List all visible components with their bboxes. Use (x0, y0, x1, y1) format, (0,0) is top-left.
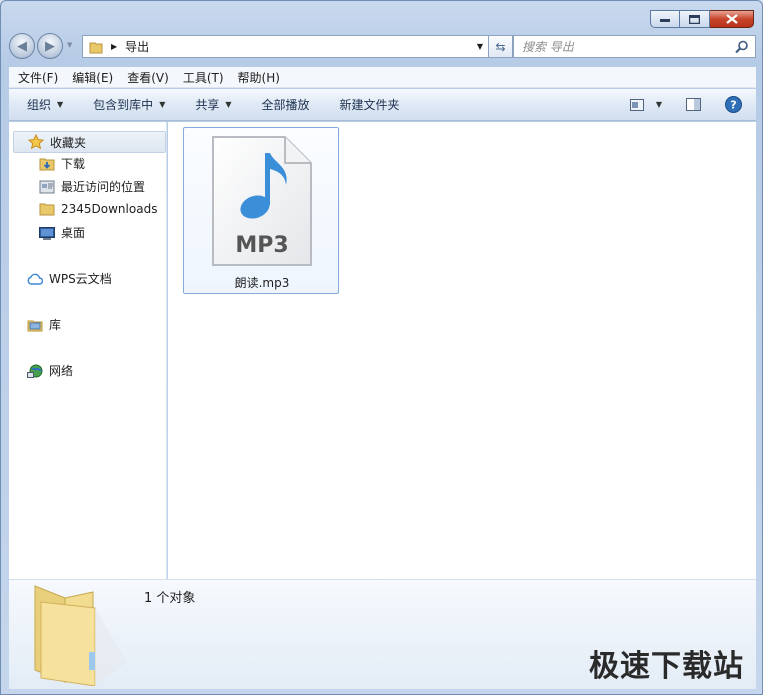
menu-tools[interactable]: 工具(T) (178, 69, 229, 86)
view-icon (629, 98, 644, 111)
large-folder-icon (34, 585, 127, 686)
preview-pane-icon (686, 98, 701, 111)
caption-buttons (650, 10, 754, 28)
library-icon (27, 320, 43, 331)
nav-favorites[interactable]: 收藏夹 (13, 131, 166, 153)
play-all-label: 全部播放 (261, 98, 310, 112)
desktop-icon (39, 226, 55, 240)
watermark: 极速下载站 (589, 649, 744, 684)
nav-wps-cloud[interactable]: WPS云文档 (27, 270, 112, 287)
nav-wps-label: WPS云文档 (49, 272, 112, 286)
nav-item-2345downloads[interactable]: 2345Downloads (39, 201, 157, 217)
navigation-pane: 收藏夹 下载 最近访问的位置 2345Downloads 桌面 WPS云文档 库 (9, 122, 167, 579)
include-in-library-label: 包含到库中 (93, 98, 154, 112)
dropdown-icon: ▼ (159, 100, 166, 109)
menu-file[interactable]: 文件(F) (13, 69, 63, 86)
share-label: 共享 (195, 98, 220, 112)
close-button[interactable] (710, 10, 754, 28)
dropdown-icon: ▼ (655, 100, 662, 109)
nav-network[interactable]: 网络 (27, 362, 73, 379)
nav-item-label: 最近访问的位置 (61, 180, 146, 194)
folder-icon (89, 42, 103, 53)
new-folder-label: 新建文件夹 (339, 98, 400, 112)
recent-pages-dropdown-icon[interactable]: ▼ (67, 41, 72, 49)
close-icon (725, 14, 738, 24)
search-icon[interactable] (735, 40, 749, 54)
forward-arrow-icon: ▶ (45, 38, 55, 54)
nav-item-downloads[interactable]: 下载 (39, 155, 85, 172)
back-arrow-icon: ◀ (17, 38, 27, 54)
command-bar: 组织 ▼ 包含到库中 ▼ 共享 ▼ 全部播放 新建文件夹 ▼ ? (9, 89, 756, 121)
menu-bar: 文件(F) 编辑(E) 查看(V) 工具(T) 帮助(H) (9, 67, 756, 88)
explorer-window: ◀ ▶ ▼ ▶ 导出 ▼ ⇆ 搜索 导出 文件(F) 编辑(E) 查看(V) 工… (0, 0, 763, 695)
mp3-file-icon: MP3 (212, 136, 312, 266)
dropdown-icon: ▼ (225, 100, 232, 109)
change-view-button[interactable]: ▼ (629, 98, 662, 111)
refresh-icon: ⇆ (495, 39, 506, 54)
network-icon (27, 364, 43, 378)
minimize-button[interactable] (650, 10, 680, 28)
maximize-icon (689, 14, 700, 24)
file-item[interactable]: MP3 朗读.mp3 (183, 127, 339, 294)
nav-item-label: 2345Downloads (61, 202, 158, 216)
share-button[interactable]: 共享 ▼ (195, 96, 231, 113)
help-button[interactable]: ? (725, 96, 742, 113)
nav-libraries-label: 库 (49, 318, 62, 332)
folder-icon (39, 203, 55, 216)
star-icon (28, 134, 44, 150)
nav-network-label: 网络 (49, 364, 74, 378)
organize-button[interactable]: 组织 ▼ (27, 96, 63, 113)
search-placeholder: 搜索 导出 (522, 40, 574, 54)
breadcrumb-separator-icon[interactable]: ▶ (111, 42, 117, 51)
address-bar[interactable]: ▶ 导出 ▼ (82, 35, 489, 58)
organize-label: 组织 (27, 98, 52, 112)
menu-view[interactable]: 查看(V) (122, 69, 174, 86)
dropdown-icon: ▼ (57, 100, 64, 109)
play-all-button[interactable]: 全部播放 (262, 96, 310, 113)
preview-pane-button[interactable] (686, 98, 701, 111)
details-pane: 1 个对象 极速下载站 (9, 579, 756, 689)
minimize-icon (660, 19, 670, 22)
include-in-library-button[interactable]: 包含到库中 ▼ (93, 96, 165, 113)
maximize-button[interactable] (680, 10, 710, 28)
search-input[interactable]: 搜索 导出 (513, 35, 756, 58)
nav-favorites-label: 收藏夹 (50, 135, 87, 150)
nav-item-label: 桌面 (61, 226, 86, 240)
nav-libraries[interactable]: 库 (27, 316, 61, 333)
address-dropdown-icon[interactable]: ▼ (477, 42, 483, 51)
forward-button[interactable]: ▶ (37, 33, 63, 59)
help-icon: ? (725, 96, 742, 113)
cloud-icon (27, 273, 43, 285)
item-count: 1 个对象 (144, 591, 196, 606)
nav-item-desktop[interactable]: 桌面 (39, 224, 85, 241)
svg-text:?: ? (730, 99, 736, 112)
nav-item-label: 下载 (61, 157, 86, 171)
menu-edit[interactable]: 编辑(E) (67, 69, 118, 86)
file-type-label: MP3 (235, 233, 288, 258)
file-name: 朗读.mp3 (234, 276, 290, 290)
downloads-folder-icon (39, 158, 55, 170)
breadcrumb-current[interactable]: 导出 (125, 38, 149, 55)
recent-places-icon (39, 180, 55, 193)
back-button[interactable]: ◀ (9, 33, 35, 59)
refresh-button[interactable]: ⇆ (489, 35, 513, 58)
navigation-bar: ◀ ▶ ▼ ▶ 导出 ▼ ⇆ 搜索 导出 (9, 33, 756, 60)
nav-item-recent-places[interactable]: 最近访问的位置 (39, 178, 145, 195)
new-folder-button[interactable]: 新建文件夹 (340, 96, 400, 113)
file-list: MP3 朗读.mp3 (168, 122, 756, 579)
menu-help[interactable]: 帮助(H) (233, 69, 285, 86)
